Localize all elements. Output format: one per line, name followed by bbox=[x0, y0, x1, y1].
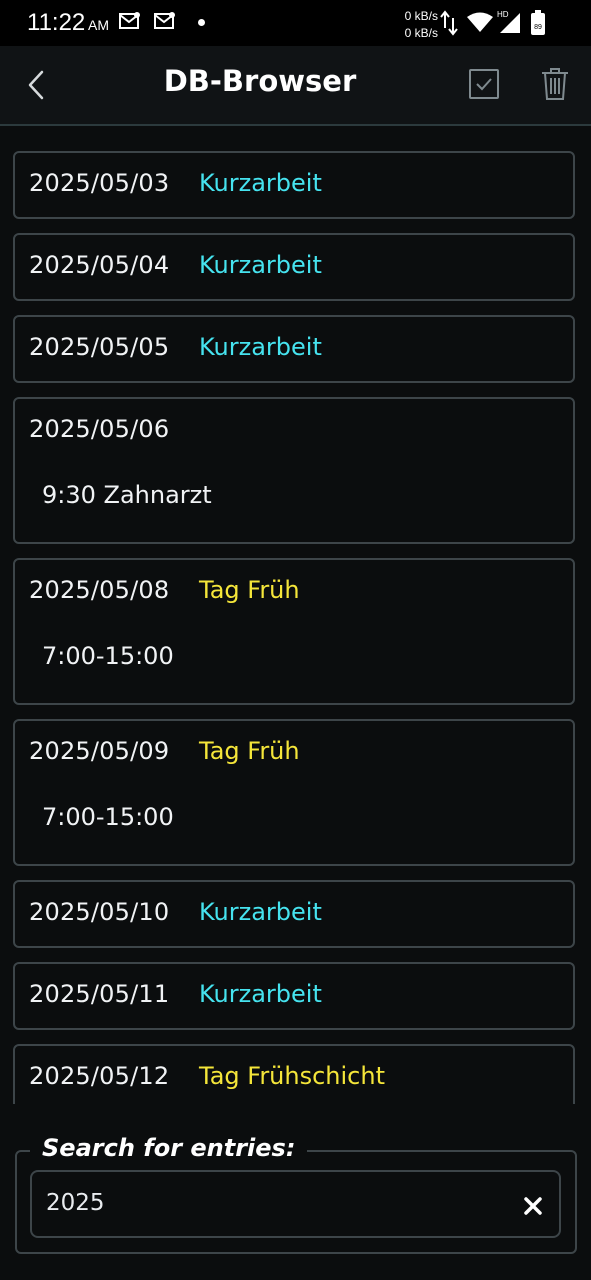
search-input-value[interactable]: 2025 bbox=[46, 1190, 105, 1216]
entry-card[interactable]: 2025/05/06 9:30 Zahnarzt bbox=[13, 397, 575, 544]
entry-tag: Tag Frühschicht bbox=[199, 1062, 385, 1090]
search-panel: Search for entries: 2025 bbox=[0, 1104, 591, 1280]
page-title: DB-Browser bbox=[163, 64, 357, 98]
entry-date: 2025/05/04 bbox=[29, 251, 170, 279]
entry-note: 7:00-15:00 bbox=[42, 642, 174, 670]
app-toolbar: DB-Browser bbox=[0, 46, 591, 126]
cellular-signal-icon bbox=[500, 13, 520, 33]
chevron-left-icon bbox=[28, 70, 44, 100]
battery-icon: 89 bbox=[531, 10, 545, 35]
entry-date: 2025/05/10 bbox=[29, 898, 170, 926]
entry-note: 9:30 Zahnarzt bbox=[42, 481, 212, 509]
entry-date: 2025/05/08 bbox=[29, 576, 170, 604]
battery-level-text: 89 bbox=[534, 24, 542, 31]
entry-list[interactable]: 2025/05/03 Kurzarbeit 2025/05/04 Kurzarb… bbox=[0, 126, 591, 1104]
search-input[interactable]: 2025 bbox=[30, 1170, 561, 1238]
entry-card[interactable]: 2025/05/03 Kurzarbeit bbox=[13, 151, 575, 219]
entry-date: 2025/05/06 bbox=[29, 415, 170, 443]
entry-tag: Kurzarbeit bbox=[199, 251, 322, 279]
entry-tag: Tag Früh bbox=[199, 576, 300, 604]
entry-date: 2025/05/03 bbox=[29, 169, 170, 197]
entry-tag: Kurzarbeit bbox=[199, 333, 322, 361]
entry-date: 2025/05/12 bbox=[29, 1062, 170, 1090]
entry-card[interactable]: 2025/05/08 Tag Früh 7:00-15:00 bbox=[13, 558, 575, 705]
close-icon bbox=[524, 1197, 542, 1215]
delete-button[interactable] bbox=[540, 66, 570, 102]
entry-card[interactable]: 2025/05/10 Kurzarbeit bbox=[13, 880, 575, 948]
net-down-text: 0 kB/s bbox=[404, 26, 438, 40]
entry-card[interactable]: 2025/05/04 Kurzarbeit bbox=[13, 233, 575, 301]
network-speed: 0 kB/s 0 kB/s bbox=[398, 8, 438, 42]
checkbox-icon bbox=[469, 69, 499, 99]
entry-tag: Kurzarbeit bbox=[199, 980, 322, 1008]
entry-date: 2025/05/09 bbox=[29, 737, 170, 765]
trash-icon bbox=[542, 68, 568, 100]
net-up-text: 0 kB/s bbox=[404, 9, 438, 23]
status-ampm: AM bbox=[88, 17, 109, 33]
entry-card[interactable]: 2025/05/11 Kurzarbeit bbox=[13, 962, 575, 1030]
entry-date: 2025/05/11 bbox=[29, 980, 170, 1008]
entry-tag: Kurzarbeit bbox=[199, 169, 322, 197]
back-button[interactable] bbox=[24, 68, 52, 102]
search-label: Search for entries: bbox=[30, 1134, 308, 1162]
entry-tag: Kurzarbeit bbox=[199, 898, 322, 926]
clear-search-button[interactable] bbox=[523, 1196, 543, 1216]
select-all-button[interactable] bbox=[468, 68, 500, 100]
wifi-icon bbox=[467, 12, 493, 32]
entry-tag: Tag Früh bbox=[199, 737, 300, 765]
entry-card[interactable]: 2025/05/05 Kurzarbeit bbox=[13, 315, 575, 383]
notification-dot bbox=[198, 19, 205, 26]
status-time: 11:22 bbox=[27, 9, 86, 36]
data-transfer-icon bbox=[440, 10, 458, 36]
mail-notification-icon bbox=[119, 12, 140, 29]
status-bar: 11:22 AM 0 kB/s 0 kB/s HD 89 bbox=[0, 0, 591, 46]
entry-date: 2025/05/05 bbox=[29, 333, 170, 361]
entry-card[interactable]: 2025/05/09 Tag Früh 7:00-15:00 bbox=[13, 719, 575, 866]
entry-card[interactable]: 2025/05/12 Tag Frühschicht bbox=[13, 1044, 575, 1104]
entry-note: 7:00-15:00 bbox=[42, 803, 174, 831]
mail-notification-icon bbox=[154, 12, 175, 29]
